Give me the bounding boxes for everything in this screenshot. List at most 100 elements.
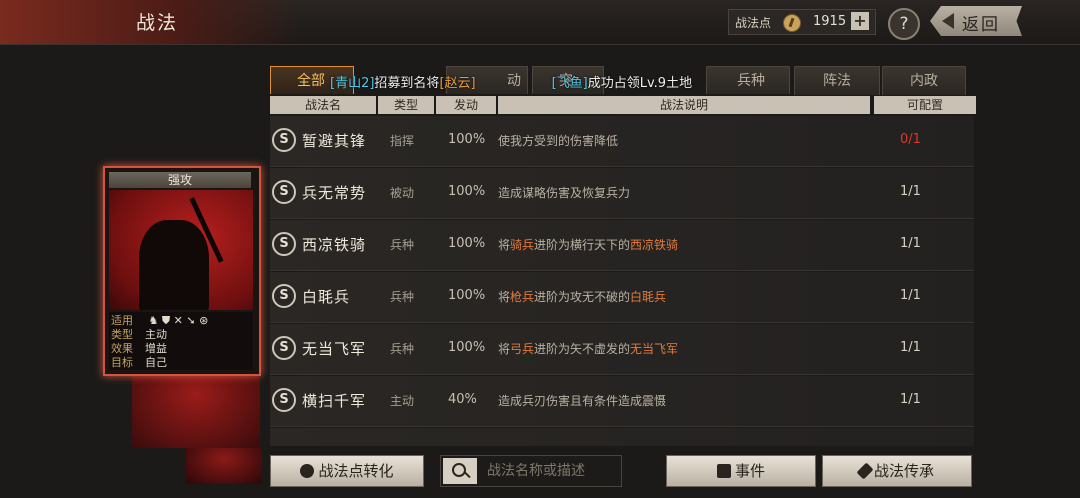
convert-points-button[interactable]: 战法点转化 — [270, 455, 424, 487]
tactic-type: 兵种 — [390, 238, 415, 252]
tactic-type: 兵种 — [390, 342, 415, 356]
table-row[interactable]: S 白毦兵 兵种 100% 将枪兵进阶为攻无不破的白毦兵 1/1 — [270, 272, 974, 323]
broadcast-notice: [青山2]招募到名将[赵云] [飞鱼]成功占领Lv.9土地 — [330, 72, 692, 91]
notice-player: [飞鱼] — [551, 76, 588, 91]
hammer-icon — [856, 462, 874, 480]
col-config[interactable]: 可配置 — [874, 96, 976, 114]
tab-internal[interactable]: 内政 — [882, 66, 966, 95]
col-desc: 战法说明 — [498, 96, 870, 114]
tactic-type: 主动 — [390, 394, 415, 408]
grade-badge: S — [272, 232, 296, 256]
col-name[interactable]: 战法名 — [270, 96, 376, 114]
search-icon[interactable] — [443, 458, 477, 484]
info-key: 目标 — [111, 356, 133, 369]
info-value: 增益 — [145, 342, 167, 355]
page-title: 战法 — [136, 12, 179, 34]
grade-badge: S — [272, 180, 296, 204]
grade-badge: S — [272, 128, 296, 152]
card-artwork — [109, 190, 253, 310]
bow-icon: ✕ — [173, 314, 183, 327]
tactic-config: 1/1 — [900, 184, 921, 199]
back-label: 返回 — [962, 15, 1000, 35]
grade-badge: S — [272, 388, 296, 412]
col-type[interactable]: 类型 — [378, 96, 434, 114]
back-button[interactable]: 返回 — [930, 6, 1022, 36]
table-row[interactable]: S 暂避其锋 指挥 100% 使我方受到的伤害降低 0/1 — [270, 116, 974, 167]
tactic-point-icon — [783, 14, 801, 32]
tactic-config: 1/1 — [900, 288, 921, 303]
applies-icons: ♞ ⛊ ✕ ➘ ⊛ — [149, 314, 209, 327]
tactic-type: 兵种 — [390, 290, 415, 304]
info-key: 效果 — [111, 342, 133, 355]
help-button[interactable]: ? — [888, 8, 920, 40]
card-info-row: 目标 自己 — [111, 356, 167, 370]
cavalry-icon: ♞ — [148, 314, 159, 327]
card-info-row: 效果 增益 — [111, 342, 167, 356]
tactic-name: 暂避其锋 — [302, 132, 367, 150]
events-label: 事件 — [734, 462, 765, 480]
top-bar: 战法 战法点 1915 + ? 返回 — [0, 0, 1080, 45]
grade-badge: S — [272, 336, 296, 360]
tactic-points-value: 1915 — [813, 14, 847, 29]
notice-player: [青山2] — [330, 76, 375, 91]
grade-badge: S — [272, 284, 296, 308]
spear-icon: ➘ — [186, 314, 196, 327]
card-info: 适用 ♞ ⛊ ✕ ➘ ⊛ 类型 主动 效果 增益 目标 自己 — [109, 312, 253, 370]
tactic-config: 1/1 — [900, 236, 921, 251]
tactic-rate: 100% — [448, 340, 486, 355]
tab-formation[interactable]: 阵法 — [794, 66, 880, 95]
info-key: 适用 — [111, 314, 133, 327]
notice-text: 成功占领Lv.9土地 — [587, 76, 693, 91]
search-box[interactable] — [440, 455, 622, 487]
tactic-rate: 100% — [448, 236, 486, 251]
table-row[interactable]: S 无当飞军 兵种 100% 将弓兵进阶为矢不虚发的无当飞军 1/1 — [270, 324, 974, 375]
warrior-silhouette — [139, 220, 209, 310]
card-info-row: 类型 主动 — [111, 328, 167, 342]
inherit-label: 战法传承 — [873, 462, 934, 480]
card-info-row: 适用 ♞ ⛊ ✕ ➘ ⊛ — [111, 314, 208, 328]
search-input[interactable] — [485, 462, 619, 480]
tactic-desc: 将弓兵进阶为矢不虚发的无当飞军 — [498, 342, 679, 356]
tactic-name: 白毦兵 — [302, 288, 351, 306]
add-points-button[interactable]: + — [851, 12, 869, 30]
events-icon — [716, 464, 731, 478]
tactic-rate: 100% — [448, 184, 486, 199]
tactic-card[interactable]: 强攻 适用 ♞ ⛊ ✕ ➘ ⊛ 类型 主动 效果 增益 目标 自己 — [103, 166, 261, 376]
tactic-rate: 40% — [448, 392, 477, 407]
tab-troop[interactable]: 兵种 — [706, 66, 790, 94]
tactic-desc: 造成谋略伤害及恢复兵力 — [498, 186, 631, 200]
tactic-desc: 使我方受到的伤害降低 — [498, 134, 619, 148]
tactic-desc: 造成兵刃伤害且有条件造成震慑 — [498, 394, 667, 408]
shield-icon: ⛊ — [161, 314, 171, 327]
notice-text: 招募到名将 — [374, 76, 440, 91]
wheel-icon: ⊛ — [199, 314, 209, 327]
info-key: 类型 — [111, 328, 133, 341]
table-row[interactable]: S 兵无常势 被动 100% 造成谋略伤害及恢复兵力 1/1 — [270, 168, 974, 219]
tactic-name: 无当飞军 — [302, 340, 367, 358]
table-row[interactable]: S 横扫千军 主动 40% 造成兵刃伤害且有条件造成震慑 1/1 — [270, 376, 974, 427]
tactic-desc: 将枪兵进阶为攻无不破的白毦兵 — [498, 290, 667, 304]
convert-label: 战法点转化 — [318, 462, 394, 480]
tactic-points-label: 战法点 — [735, 16, 772, 30]
tactic-type: 指挥 — [390, 134, 415, 148]
flame-icon — [300, 464, 315, 478]
tactic-points-box: 战法点 1915 + — [728, 9, 876, 35]
tactic-config: 0/1 — [900, 132, 921, 147]
col-rate[interactable]: 发动 — [436, 96, 496, 114]
tactic-list[interactable]: S 暂避其锋 指挥 100% 使我方受到的伤害降低 0/1 S 兵无常势 被动 … — [270, 116, 974, 446]
tactic-rate: 100% — [448, 132, 486, 147]
tactic-type: 被动 — [390, 186, 415, 200]
tactic-config: 1/1 — [900, 340, 921, 355]
tactic-desc: 将骑兵进阶为横行天下的西凉铁骑 — [498, 238, 679, 252]
tactic-name: 西凉铁骑 — [302, 236, 367, 254]
card-stack-back — [132, 372, 260, 448]
table-row[interactable]: S 西凉铁骑 兵种 100% 将骑兵进阶为横行天下的西凉铁骑 1/1 — [270, 220, 974, 271]
back-arrow-icon — [942, 13, 954, 29]
tactic-config: 1/1 — [900, 392, 921, 407]
card-stack-back-2 — [186, 448, 262, 484]
inherit-button[interactable]: 战法传承 — [822, 455, 972, 487]
tactic-rate: 100% — [448, 288, 486, 303]
tactic-name: 兵无常势 — [302, 184, 367, 202]
table-row[interactable] — [270, 428, 974, 446]
events-button[interactable]: 事件 — [666, 455, 816, 487]
